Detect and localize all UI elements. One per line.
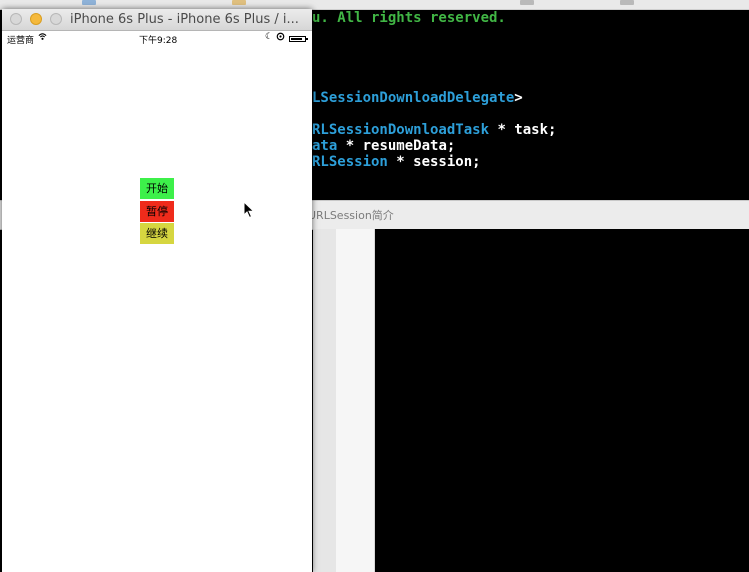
code-token: * task; xyxy=(489,122,557,138)
code-token: > xyxy=(514,90,523,106)
toolbar-mark-icon xyxy=(232,0,246,5)
code-line: RLSession * session; xyxy=(312,154,481,170)
pause-button[interactable]: 暂停 xyxy=(140,201,174,222)
code-line: LSessionDownloadDelegate> xyxy=(312,90,523,106)
cursor-icon xyxy=(243,201,255,219)
tab-urlsession[interactable]: URLSession简介 xyxy=(308,207,394,223)
code-token: RLSession xyxy=(312,154,388,170)
editor-gutter xyxy=(313,229,336,572)
wifi-icon xyxy=(38,33,47,40)
moon-icon: ☾ xyxy=(265,32,274,42)
code-token: * resumeData; xyxy=(337,138,456,154)
start-button[interactable]: 开始 xyxy=(140,178,174,199)
code-token: u. All rights reserved. xyxy=(312,10,506,26)
console-pane[interactable] xyxy=(375,229,749,572)
toolbar-mark-icon xyxy=(82,0,96,5)
close-window-button[interactable] xyxy=(10,13,22,25)
code-token: * session; xyxy=(387,154,481,170)
lock-icon xyxy=(276,32,285,41)
simulator-titlebar[interactable]: iPhone 6s Plus - iPhone 6s Plus / i... xyxy=(2,9,312,31)
ios-status-bar: 运营商 下午9:28 ☾ xyxy=(2,31,312,46)
toolbar-mark-icon xyxy=(620,0,634,5)
code-token: RLSessionDownloadTask xyxy=(312,122,490,138)
carrier-label: 运营商 xyxy=(7,36,35,46)
code-token: LSessionDownloadDelegate xyxy=(312,90,515,106)
status-time: 下午9:28 xyxy=(139,36,178,46)
code-line: u. All rights reserved. xyxy=(312,10,506,26)
code-token: ata xyxy=(312,138,338,154)
resume-button[interactable]: 继续 xyxy=(140,223,174,244)
battery-level xyxy=(291,38,302,40)
minimize-window-button[interactable] xyxy=(30,13,42,25)
code-line: RLSessionDownloadTask * task; xyxy=(312,122,556,138)
code-line: ata * resumeData; xyxy=(312,138,455,154)
zoom-window-button[interactable] xyxy=(50,13,62,25)
simulator-window: iPhone 6s Plus - iPhone 6s Plus / i... 运… xyxy=(2,9,312,572)
toolbar-mark-icon xyxy=(520,0,534,5)
editor-ruler xyxy=(336,229,375,572)
window-title: iPhone 6s Plus - iPhone 6s Plus / i... xyxy=(70,12,299,27)
battery-icon xyxy=(289,36,308,42)
